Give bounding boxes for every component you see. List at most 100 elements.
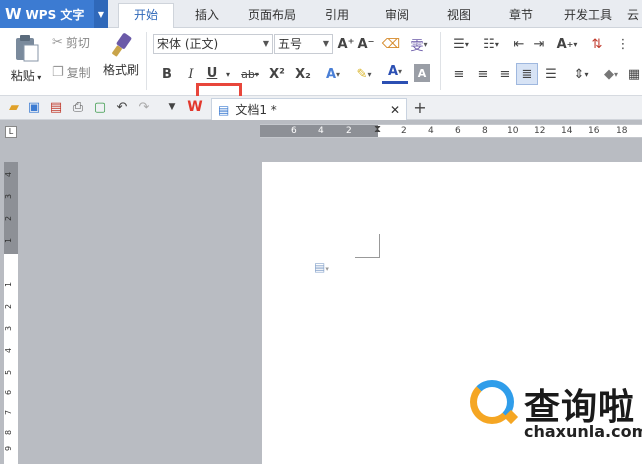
ruler-tick-label: 6 (455, 126, 461, 136)
border-icon[interactable]: ▦ (626, 64, 642, 84)
watermark-en-text: chaxunla.com (524, 422, 642, 441)
format-painter-label: 格式刷 (102, 63, 139, 77)
ruler-tick-label: 4 (4, 171, 14, 178)
format-painter-button[interactable]: 格式刷 (102, 32, 140, 88)
ruler-tick-label: 3 (4, 193, 14, 200)
ruler-tick-label: 2 (346, 126, 352, 136)
increase-indent-icon[interactable]: ⇥ (530, 34, 548, 54)
tab-view[interactable]: 视图 (436, 6, 482, 28)
ruler-tick-label: 1 (4, 281, 14, 288)
ruler-tick-label: 4 (428, 126, 434, 136)
brush-icon (112, 33, 132, 57)
export-pdf-icon[interactable]: ▤ (48, 99, 64, 115)
wps-home-icon[interactable]: W (186, 98, 204, 116)
new-tab-icon[interactable]: + (412, 98, 428, 117)
vertical-ruler[interactable]: 4 3 2 1 1 2 3 4 5 6 7 8 9 (4, 162, 18, 464)
superscript-button[interactable]: X² (266, 64, 288, 84)
divider (146, 32, 147, 90)
change-case-icon[interactable]: A + ▾ (554, 34, 580, 54)
wps-logo-icon: W (5, 5, 22, 23)
font-name-value: 宋体 (正文) (157, 37, 219, 51)
copy-button[interactable]: ❐ 复制 (52, 64, 91, 81)
paste-icon (16, 35, 39, 62)
redo-icon[interactable]: ↷ (136, 99, 152, 115)
shrink-font-button[interactable]: A⁻ (357, 34, 375, 54)
document-tab[interactable]: ▤ 文档1 * ✕ (211, 98, 407, 120)
tab-page-layout[interactable]: 页面布局 (240, 6, 304, 28)
tab-cloud[interactable]: 云 (624, 6, 642, 28)
paste-options-icon[interactable]: ▤▾ (314, 260, 329, 274)
ruler-tick-label: 10 (507, 126, 519, 136)
ruler-tick-label: 4 (318, 126, 324, 136)
ruler-tick-label: 4 (4, 347, 14, 354)
open-folder-icon[interactable]: ▰ (6, 99, 22, 115)
show-marks-icon[interactable]: ⋮ (614, 34, 632, 54)
horizontal-ruler[interactable]: 6 4 2 2 4 6 8 10 12 14 16 18 ⧗ (260, 124, 642, 138)
app-menu-button[interactable]: W WPS 文字 ▼ (0, 0, 108, 28)
line-spacing-icon[interactable]: ⇕ ▾ (568, 64, 594, 84)
close-icon[interactable]: ✕ (390, 103, 400, 117)
justify-icon[interactable]: ≣ (516, 63, 538, 85)
scissors-icon: ✂ (52, 35, 63, 50)
tab-review[interactable]: 审阅 (374, 6, 420, 28)
phonetic-glyph: 雯 (410, 38, 424, 54)
customize-toolbar-icon[interactable]: ▼ (164, 99, 180, 115)
ruler-tick-label: 1 (4, 237, 14, 244)
ruler-tick-label: 12 (534, 126, 546, 136)
text-effect-button[interactable]: A ▾ (320, 64, 346, 84)
paste-label: 粘贴 (10, 69, 35, 83)
clear-format-icon[interactable]: ⌫ (380, 34, 402, 54)
subscript-button[interactable]: X₂ (292, 64, 314, 84)
ruler-tick-label: 16 (588, 126, 600, 136)
char-shading-button[interactable]: A (414, 64, 430, 82)
margin-corner-mark (355, 234, 380, 258)
phonetic-button[interactable]: 雯 ▾ (406, 34, 432, 54)
bold-button[interactable]: B (158, 64, 176, 84)
ruler-tick-label: 8 (4, 429, 14, 436)
font-color-button[interactable]: A ▾ (382, 62, 408, 84)
indent-marker-icon[interactable]: ⧗ (374, 124, 381, 135)
ruler-tick-label: 2 (4, 303, 14, 310)
underline-button[interactable]: U (203, 62, 221, 84)
distributed-icon[interactable]: ☰ (542, 64, 560, 84)
print-icon[interactable]: ⎙ (70, 99, 86, 115)
copy-icon: ❐ (52, 65, 64, 80)
underline-dropdown[interactable]: ▾ (222, 64, 234, 84)
tab-developer[interactable]: 开发工具 (556, 6, 620, 28)
tab-references[interactable]: 引用 (314, 6, 360, 28)
highlighter-icon[interactable]: ✎ ▾ (350, 64, 378, 84)
tab-insert[interactable]: 插入 (182, 6, 232, 28)
document-tab-title: 文档1 * (235, 103, 277, 117)
ruler-tick-label: 18 (616, 126, 628, 136)
tab-stop-selector[interactable]: L (5, 126, 17, 138)
paste-button[interactable]: 粘贴 ▾ (8, 34, 44, 88)
undo-icon[interactable]: ↶ (114, 99, 130, 115)
font-size-select[interactable]: 五号 ▼ (274, 34, 333, 54)
italic-button[interactable]: I (182, 64, 200, 84)
ruler-tick-label: 9 (4, 445, 14, 452)
chevron-down-icon[interactable]: ▼ (94, 0, 108, 28)
decrease-indent-icon[interactable]: ⇤ (510, 34, 528, 54)
ruler-tick-label: 5 (4, 369, 14, 376)
menu-bar: W WPS 文字 ▼ 开始 插入 页面布局 引用 审阅 视图 章节 开发工具 云 (0, 0, 642, 29)
align-left-icon[interactable]: ≡ (450, 64, 468, 84)
ruler-tick-label: 2 (4, 215, 14, 222)
bullets-icon[interactable]: ☰ ▾ (448, 34, 474, 54)
cut-button[interactable]: ✂ 剪切 (52, 34, 90, 51)
print-preview-icon[interactable]: ▢ (92, 99, 108, 115)
font-color-glyph: A (387, 64, 399, 79)
document-icon: ▤ (218, 102, 230, 117)
ruler-tick-label: 6 (291, 126, 297, 136)
align-right-icon[interactable]: ≡ (496, 64, 514, 84)
ruler-tick-label: 7 (4, 409, 14, 416)
align-center-icon[interactable]: ≡ (474, 64, 492, 84)
grow-font-button[interactable]: A⁺ (337, 34, 355, 54)
numbering-icon[interactable]: ☷ ▾ (478, 34, 504, 54)
font-name-select[interactable]: 宋体 (正文) ▼ (153, 34, 273, 54)
tab-section[interactable]: 章节 (498, 6, 544, 28)
strikethrough-button[interactable]: ab ▾ (238, 64, 262, 84)
shading-icon[interactable]: ◆ ▾ (598, 64, 624, 84)
save-icon[interactable]: ▣ (26, 99, 42, 115)
sort-icon[interactable]: ⇅ (588, 34, 606, 54)
tab-home[interactable]: 开始 (118, 3, 174, 29)
